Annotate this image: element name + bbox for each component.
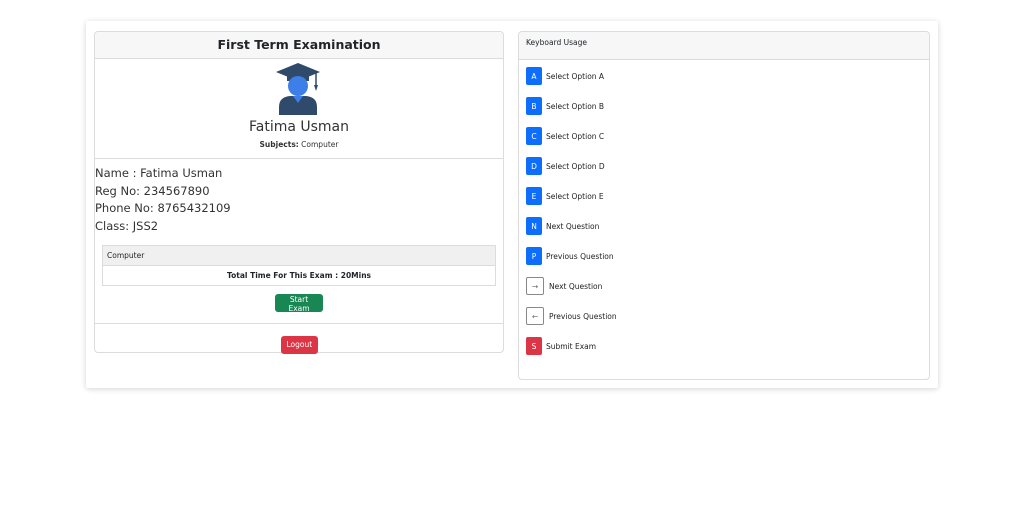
subject-row: Computer [103, 246, 495, 266]
shortcut-label: Select Option E [546, 191, 604, 201]
keyboard-usage-title: Keyboard Usage [519, 32, 929, 60]
shortcut-item: D Select Option D [526, 156, 605, 176]
arrow-left-icon: ← [526, 307, 544, 325]
subjects-value: Computer [301, 140, 339, 149]
shortcut-label: Select Option B [546, 101, 605, 111]
page-container: First Term Examination Fatima Usman Subj… [86, 21, 938, 388]
shortcut-label: Previous Question [546, 251, 614, 261]
shortcut-label: Submit Exam [546, 341, 597, 351]
exam-info-table: Computer Total Time For This Exam : 20Mi… [102, 245, 496, 286]
start-exam-button[interactable]: Start Exam [275, 294, 323, 313]
shortcut-item: E Select Option E [526, 186, 604, 206]
shortcut-label: Select Option D [546, 161, 605, 171]
key-e-badge: E [526, 187, 542, 205]
student-profile: Fatima Usman Subjects: Computer [95, 59, 503, 159]
shortcut-item: S Submit Exam [526, 336, 596, 356]
logout-button[interactable]: Logout [280, 335, 318, 354]
shortcut-item: → Next Question [526, 276, 602, 296]
shortcut-item: A Select Option A [526, 66, 604, 86]
name-line: Name : Fatima Usman [95, 166, 223, 180]
key-n-badge: N [526, 217, 542, 235]
keyboard-usage-card: Keyboard Usage A Select Option A B Selec… [518, 31, 930, 380]
shortcut-label: Next Question [549, 281, 603, 291]
subjects-line: Subjects: Computer [95, 140, 503, 149]
logout-section: Logout [95, 324, 503, 354]
shortcut-item: B Select Option B [526, 96, 604, 116]
reg-number-line: Reg No: 234567890 [95, 183, 210, 198]
key-c-badge: C [526, 127, 542, 145]
student-details: Name : Fatima Usman Reg No: 234567890 Ph… [95, 159, 503, 235]
student-name: Fatima Usman [248, 119, 350, 135]
shortcut-label: Previous Question [549, 311, 617, 321]
key-b-badge: B [526, 97, 542, 115]
key-s-badge: S [526, 337, 542, 355]
shortcut-label: Select Option C [546, 131, 605, 141]
exam-title: First Term Examination [95, 32, 503, 59]
key-a-badge: A [526, 67, 542, 85]
subjects-label: Subjects: [259, 140, 299, 149]
shortcut-item: C Select Option C [526, 126, 604, 146]
exam-card: First Term Examination Fatima Usman Subj… [94, 31, 504, 354]
key-d-badge: D [526, 157, 542, 175]
start-section: Start Exam [95, 286, 503, 324]
shortcut-label: Select Option A [546, 71, 605, 81]
phone-number-line: Phone No: 8765432109 [95, 201, 231, 215]
exam-time-row: Total Time For This Exam : 20Mins [226, 271, 372, 280]
class-line: Class: JSS2 [95, 218, 159, 233]
shortcut-label: Next Question [546, 221, 600, 231]
shortcut-item: N Next Question [526, 216, 599, 236]
graduate-user-icon [276, 63, 320, 115]
key-p-badge: P [526, 247, 542, 265]
shortcut-item: ← Previous Question [526, 306, 617, 326]
shortcut-item: P Previous Question [526, 246, 614, 266]
arrow-right-icon: → [526, 277, 544, 295]
